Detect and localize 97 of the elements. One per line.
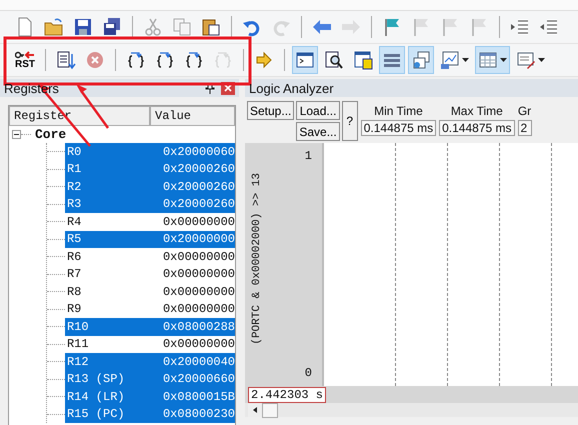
register-value: 0x00000000 [162, 267, 235, 282]
register-value: 0x08000288 [162, 320, 235, 334]
field-label: Max Time [450, 103, 503, 118]
braces-arrow-icon [213, 50, 233, 70]
register-row[interactable]: R2 0x20000260 [64, 178, 235, 196]
register-value: 0x20000260 [162, 180, 235, 194]
collapse-toggle[interactable] [12, 130, 21, 139]
copy-icon [172, 17, 192, 37]
readout-field: 0.144875 ms [439, 120, 515, 136]
register-name: R10 [66, 320, 90, 334]
reset-button[interactable]: RST [12, 46, 38, 74]
register-value: 0x20000040 [162, 354, 235, 369]
floppy-icon [73, 17, 93, 37]
register-value: 0x20000000 [162, 232, 235, 246]
register-name: R12 [66, 354, 90, 369]
panel-title: Logic Analyzer [249, 80, 335, 96]
register-row[interactable]: R11 0x00000000 [64, 336, 235, 353]
save-button[interactable]: Save... [296, 122, 340, 141]
field-label: Min Time [374, 103, 423, 118]
register-row[interactable]: R12 0x20000040 [64, 353, 235, 370]
register-row[interactable]: R7 0x00000000 [64, 266, 235, 283]
axis-label: 1 [304, 149, 312, 163]
tree-group-label[interactable]: Core [35, 127, 66, 142]
setup-button[interactable]: Setup... [247, 101, 294, 120]
register-row[interactable]: R5 0x20000000 [64, 230, 235, 248]
key-arrow-icon [15, 50, 35, 58]
register-name: R14 (LR) [66, 390, 126, 404]
register-value: 0x00000000 [162, 284, 235, 299]
register-name: R15 (PC) [66, 407, 126, 422]
scroll-left-button[interactable] [248, 403, 262, 417]
command-button[interactable] [292, 46, 318, 74]
callstack-button[interactable] [408, 46, 434, 74]
register-row[interactable]: R14 (LR) 0x0800015B [64, 388, 235, 406]
register-name: R3 [66, 197, 82, 212]
register-row[interactable]: R13 (SP) 0x20000660 [64, 370, 235, 388]
field-label: Gr [518, 103, 532, 118]
register-row[interactable]: R1 0x20000260 [64, 160, 235, 178]
right-arrow-icon [341, 17, 361, 37]
arrow-icon [254, 50, 274, 70]
register-value: 0x20000260 [162, 162, 235, 176]
column-header[interactable]: Value [150, 106, 235, 126]
register-row[interactable]: R10 0x08000288 [64, 318, 235, 336]
clipboard-icon [201, 17, 221, 37]
axis-label: 0 [304, 366, 312, 380]
scrollbar-thumb[interactable] [262, 403, 278, 418]
register-value: 0x00000000 [162, 250, 235, 264]
register-name: R6 [66, 250, 82, 264]
braces-arrow-icon [184, 50, 204, 70]
register-name: R5 [66, 232, 82, 246]
register-name: R9 [66, 302, 82, 316]
register-name: R1 [66, 162, 82, 176]
cursor-time-field: 2.442303 s [248, 387, 326, 403]
register-row[interactable]: R9 0x00000000 [64, 300, 235, 318]
document-arrow-icon [56, 50, 76, 70]
memory-button[interactable] [475, 46, 510, 74]
register-row[interactable]: R8 0x00000000 [64, 283, 235, 300]
scissors-icon [143, 17, 163, 37]
window-icon [353, 50, 373, 70]
register-row[interactable]: R15 (PC) 0x08000230 [64, 406, 235, 423]
register-row[interactable]: R0 0x20000060 [64, 143, 235, 160]
folder-icon [44, 17, 64, 37]
register-name: R4 [66, 214, 82, 229]
braces-arrow-icon [155, 50, 175, 70]
register-row[interactable]: R6 0x00000000 [64, 248, 235, 266]
registers-button[interactable] [379, 46, 405, 74]
register-value: 0x20000260 [162, 197, 235, 212]
register-value: 0x00000000 [162, 302, 235, 316]
left-arrow-icon [253, 407, 257, 413]
load-button[interactable]: Load... [296, 101, 340, 120]
readout-field: 0.144875 ms [360, 120, 436, 136]
windows-icon [411, 50, 431, 70]
register-value: 0x00000000 [162, 337, 235, 352]
register-name: R11 [66, 337, 90, 352]
register-value: 0x20000660 [162, 372, 235, 386]
floppies-icon [102, 17, 122, 37]
grid-icon [478, 50, 498, 70]
signal-name: (PORTC & 0x00002000) >> 13 [251, 173, 263, 345]
braces-arrow-icon [126, 50, 146, 70]
register-value: 0x08000230 [162, 407, 235, 422]
register-name: R13 (SP) [66, 372, 126, 386]
close-icon [224, 84, 232, 92]
chart-icon [440, 50, 460, 70]
register-value: 0x00000000 [162, 214, 235, 229]
terminal-icon [295, 50, 315, 70]
help-button[interactable]: ? [342, 101, 358, 141]
register-name: R2 [66, 180, 82, 194]
register-value: 0x20000060 [162, 144, 235, 159]
register-name: R0 [66, 144, 82, 159]
register-name: R8 [66, 284, 82, 299]
register-row[interactable]: R4 0x00000000 [64, 213, 235, 230]
readout-field: 2 [518, 120, 532, 136]
register-value: 0x0800015B [162, 390, 235, 404]
register-name: R7 [66, 267, 82, 282]
pencil-icon [516, 50, 536, 70]
stop-icon [85, 50, 105, 70]
magnifier-icon [324, 50, 344, 70]
register-row[interactable]: R3 0x20000260 [64, 196, 235, 213]
